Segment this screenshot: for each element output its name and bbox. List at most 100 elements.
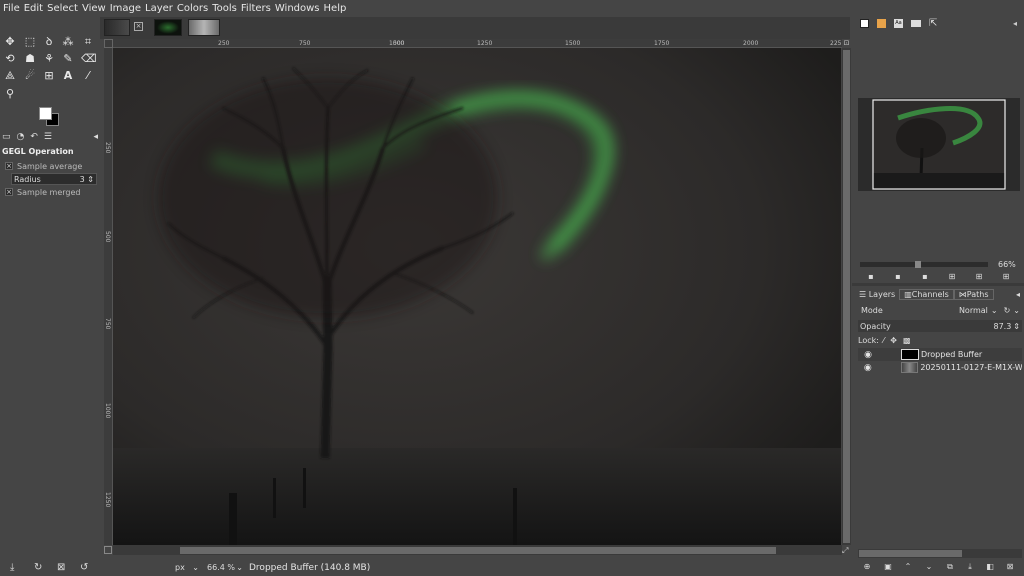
vertical-scrollbar[interactable] [842,48,851,545]
layer-row[interactable]: ◉ Dropped Buffer [858,348,1022,361]
mode-select[interactable]: Normal ⌄ [959,306,998,315]
text-tool-icon[interactable]: A [61,69,75,83]
color-picker-tool-icon[interactable]: ⁄ [81,69,95,83]
add-mask-icon[interactable]: ◧ [985,562,995,572]
zoom-1-1-icon[interactable]: ▪ [920,272,930,282]
tab-paths[interactable]: ⋈Paths [953,289,994,300]
device-status-tab-icon[interactable]: ◔ [17,132,25,142]
tool-options-tab-icon[interactable]: ▭ [2,132,11,142]
horizontal-scrollbar[interactable] [113,545,842,555]
path-tool-icon[interactable]: ⟁ [3,69,17,83]
sample-merged-checkbox[interactable]: × [5,188,13,196]
menu-file[interactable]: File [3,3,24,14]
close-tab-icon[interactable]: × [134,22,143,31]
opacity-spinbox[interactable]: Opacity 87.3 ⇕ [858,320,1022,332]
navigation-zoom-slider-handle[interactable] [915,261,921,268]
sample-average-checkbox[interactable]: × [5,162,13,170]
layer-name[interactable]: 20250111-0127-E-M1X-Winte [920,363,1022,372]
menu-windows[interactable]: Windows [275,3,324,14]
dock-separator[interactable] [852,283,1024,286]
warp-tool-icon[interactable]: ☗ [23,52,37,66]
layer-name[interactable]: Dropped Buffer [921,350,982,359]
restore-tool-preset-icon[interactable]: ↻ [34,562,42,573]
layers-horizontal-scrollbar[interactable] [858,549,1022,558]
document-history-tab-icon[interactable] [911,20,921,27]
layer-row[interactable]: ◉ 20250111-0127-E-M1X-Winte [858,361,1022,374]
radius-spinbox[interactable]: Radius 3 ⇕ [11,173,97,185]
fonts-tab-icon[interactable]: Aa [894,19,903,28]
navigation-preview[interactable] [858,98,1020,191]
delete-tool-preset-icon[interactable]: ⊠ [57,562,65,573]
image-tab-1[interactable] [104,19,130,36]
horizontal-scrollbar-thumb[interactable] [180,547,776,554]
paintbrush-tool-icon[interactable]: ✎ [61,52,75,66]
panel-menu-icon[interactable]: ◂ [93,132,98,142]
foreground-color-swatch[interactable] [39,107,52,120]
menu-filters[interactable]: Filters [241,3,275,14]
brushes-tab-icon[interactable] [860,19,869,28]
layers-scrollbar-thumb[interactable] [859,550,962,557]
image-tab-3[interactable] [188,19,220,36]
menu-select[interactable]: Select [47,3,82,14]
tab-channels[interactable]: ▥Channels [899,289,954,300]
navigation-zoom-slider[interactable] [860,262,988,267]
menu-tools[interactable]: Tools [212,3,241,14]
eye-icon[interactable]: ◉ [861,363,875,373]
align-tool-icon[interactable]: ⊞ [42,69,56,83]
menu-image[interactable]: Image [110,3,145,14]
smudge-tool-icon[interactable]: ☄ [23,69,37,83]
new-layer-group-icon[interactable]: ▣ [883,562,893,572]
zoom-select[interactable]: 66.4 % ⌄ [205,561,245,575]
save-tool-preset-icon[interactable]: ⤓ [10,562,14,573]
chevron-down-icon[interactable]: ⌄ [1013,306,1020,315]
transform-tool-icon[interactable]: ⟲ [3,52,17,66]
crop-tool-icon[interactable]: ⌗ [81,35,95,49]
image-canvas[interactable] [113,48,841,545]
image-tab-2[interactable] [154,19,182,36]
spin-arrows-icon[interactable]: ⇕ [85,175,94,184]
lock-alpha-icon[interactable]: ▩ [903,336,911,345]
patterns-tab-icon[interactable] [877,19,886,28]
menu-help[interactable]: Help [324,3,351,14]
dock-menu-icon[interactable]: ◂ [1013,19,1017,28]
new-layer-icon[interactable]: ⊕ [862,562,872,572]
horizontal-ruler[interactable]: 250 500 750 1000 1250 1500 1750 2000 225 [113,39,842,48]
delete-layer-icon[interactable]: ⊠ [1005,562,1015,572]
lock-pixels-icon[interactable]: ⁄ [883,336,884,345]
move-tool-icon[interactable]: ✥ [3,35,17,49]
zoom-out-icon[interactable]: ▪ [866,272,876,282]
ruler-corner[interactable] [104,39,113,48]
fuzzy-select-tool-icon[interactable]: ⁂ [61,35,75,49]
sample-merged-option[interactable]: × Sample merged [2,185,98,199]
unit-select[interactable]: px ⌄ [172,561,202,575]
clone-tool-icon[interactable]: ⚘ [42,52,56,66]
lock-position-icon[interactable]: ✥ [890,336,897,345]
navigation-tab-icon[interactable]: ⇱ [929,18,937,29]
zoom-fit-image-icon[interactable]: ⊞ [947,272,957,282]
zoom-in-icon[interactable]: ▪ [893,272,903,282]
layers-panel-menu-icon[interactable]: ◂ [1016,290,1020,299]
reset-tool-options-icon[interactable]: ↺ [80,562,88,573]
shrink-wrap-icon[interactable]: ⊞ [1001,272,1011,282]
tab-layers[interactable]: ☰ Layers [855,290,899,299]
undo-history-tab-icon[interactable]: ↶ [30,132,38,142]
navigate-canvas-icon[interactable]: ⊡ [842,39,851,48]
sample-average-option[interactable]: × Sample average [2,159,98,173]
zoom-to-fit-icon[interactable]: ⤢ [842,546,848,556]
rect-select-tool-icon[interactable]: ⬚ [23,35,37,49]
lower-layer-icon[interactable]: ⌄ [924,562,934,572]
menu-layer[interactable]: Layer [145,3,177,14]
vertical-ruler[interactable]: 250 500 750 1000 1250 [104,48,113,545]
merge-down-icon[interactable]: ⤓ [965,562,975,572]
menu-view[interactable]: View [82,3,110,14]
menu-edit[interactable]: Edit [24,3,47,14]
reset-mode-icon[interactable]: ↻ [1004,306,1011,315]
lasso-tool-icon[interactable]: ꝺ [42,35,56,49]
duplicate-layer-icon[interactable]: ⧉ [945,562,955,572]
quick-mask-toggle-icon[interactable] [104,546,112,554]
eraser-tool-icon[interactable]: ⌫ [81,52,97,66]
raise-layer-icon[interactable]: ⌃ [903,562,913,572]
zoom-fill-window-icon[interactable]: ⊞ [974,272,984,282]
spin-arrows-icon[interactable]: ⇕ [1013,322,1020,331]
images-tab-icon[interactable]: ☰ [44,132,52,142]
